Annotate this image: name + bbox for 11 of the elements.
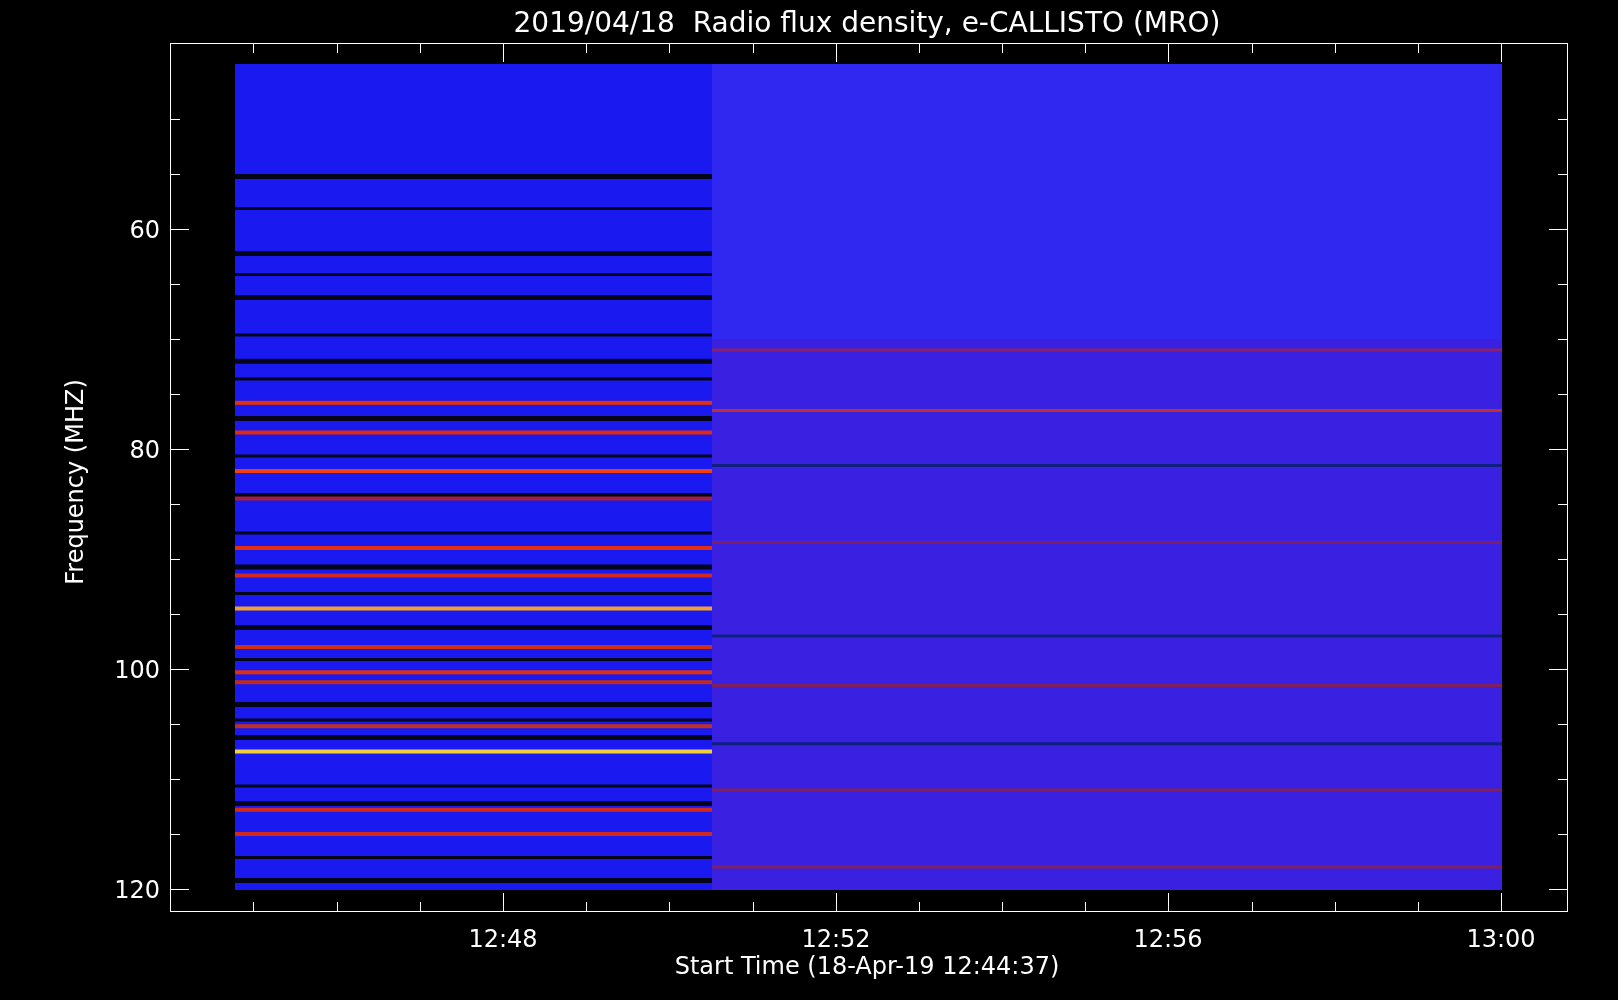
tick-label: 13:00 [1466,925,1536,953]
tick-label: 80 [129,436,160,464]
tick-label: 12:48 [468,925,538,953]
axis-title: Start Time (18-Apr-19 12:44:37) [674,952,1060,980]
tick-label: 12:56 [1133,925,1203,953]
tick-label: 12:52 [801,925,871,953]
axis-title: Frequency (MHZ) [61,379,89,585]
chart-title: 2019/04/18 Radio flux density, e-CALLISTO (MRO) [513,6,1221,39]
tick-label: 100 [114,656,160,684]
tick-label: 120 [114,876,160,904]
tick-label: 60 [129,216,160,244]
